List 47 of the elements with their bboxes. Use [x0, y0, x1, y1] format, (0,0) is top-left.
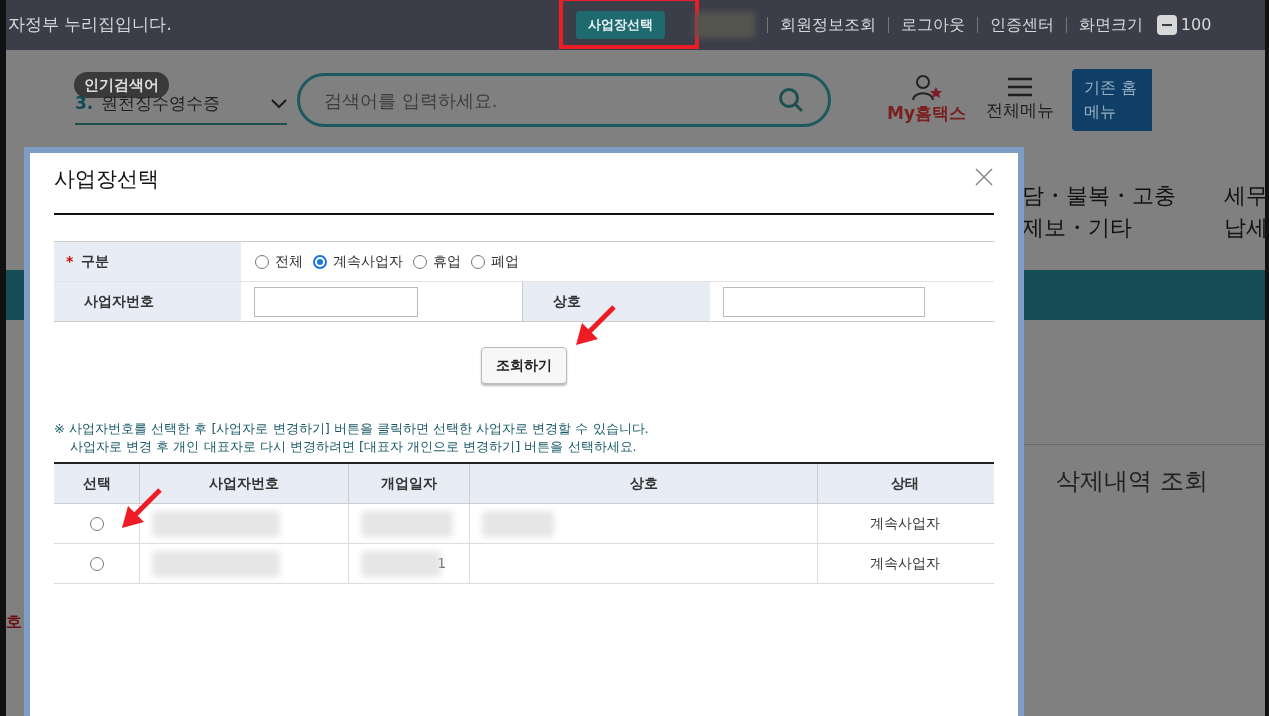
- top-link[interactable]: 화면크기: [1078, 13, 1143, 37]
- radio-button[interactable]: [255, 254, 269, 269]
- legacy-home-button[interactable]: 기존 홈 메뉴: [1072, 69, 1152, 131]
- radio-label[interactable]: 계속사업자: [333, 251, 403, 272]
- radio-button[interactable]: [313, 254, 327, 269]
- search-button[interactable]: 조회하기: [481, 347, 567, 384]
- column-header: 상호: [469, 464, 817, 503]
- table-cell: 계속사업자: [817, 544, 991, 583]
- radio-button[interactable]: [471, 254, 485, 269]
- business-select-button[interactable]: 사업장선택: [575, 11, 665, 39]
- dialog-title: 사업장선택: [54, 165, 159, 193]
- menu-icon: [1007, 76, 1033, 99]
- notice-text: ※ 사업자번호를 선택한 후 [사업자로 변경하기] 버튼을 클릭하면 선택한 사업자로 변경할 수 있습니다.: [54, 420, 650, 438]
- notice-text: 사업자로 변경 후 개인 대표자로 다시 변경하려면 [대표자 개인으로 변경하기] 버튼을 선택하세요.: [69, 438, 638, 456]
- top-link[interactable]: 로그아웃: [900, 13, 965, 37]
- close-icon[interactable]: [974, 167, 994, 187]
- radio-label[interactable]: 전체: [275, 251, 303, 272]
- radio-button[interactable]: [413, 254, 427, 269]
- table-cell: 1: [348, 544, 469, 583]
- column-header: 선택: [81, 474, 112, 493]
- column-header: 사업자번호: [139, 464, 348, 503]
- radio-label[interactable]: 폐업: [491, 251, 519, 272]
- zoom-level: 100: [1180, 14, 1212, 36]
- search-icon[interactable]: [778, 87, 804, 113]
- form-label: 사업자번호: [54, 282, 241, 321]
- top-link[interactable]: 회원정보조회: [779, 13, 876, 37]
- zoom-out-icon[interactable]: [1156, 15, 1177, 35]
- required-mark: *: [66, 252, 74, 271]
- radio-button[interactable]: [89, 556, 104, 571]
- highlighted-text-fragment: 호: [6, 611, 22, 633]
- table-cell: 계속사업자: [817, 504, 991, 543]
- radio-label[interactable]: 휴업: [433, 251, 461, 272]
- text-input[interactable]: [254, 286, 418, 317]
- user-star-icon: [910, 73, 943, 102]
- redaction-blur: [482, 510, 554, 537]
- notice-text: 자정부 누리집입니다.: [8, 13, 172, 37]
- column-header: 개업일자: [348, 464, 469, 503]
- all-menu-button[interactable]: 전체메뉴: [986, 76, 1054, 124]
- radio-button[interactable]: [89, 516, 104, 531]
- text-input[interactable]: [723, 286, 925, 317]
- nav-menu-item[interactable]: 담・불복・고충 제보・기타: [1022, 180, 1176, 270]
- column-header: 상태: [817, 464, 991, 503]
- form-label: 상호: [522, 282, 710, 321]
- chevron-icon: [271, 99, 287, 109]
- deleted-history-tab[interactable]: 삭제내역 조회: [1056, 463, 1265, 499]
- form-label: * 구분: [54, 242, 241, 281]
- top-link[interactable]: 인증센터: [989, 13, 1054, 37]
